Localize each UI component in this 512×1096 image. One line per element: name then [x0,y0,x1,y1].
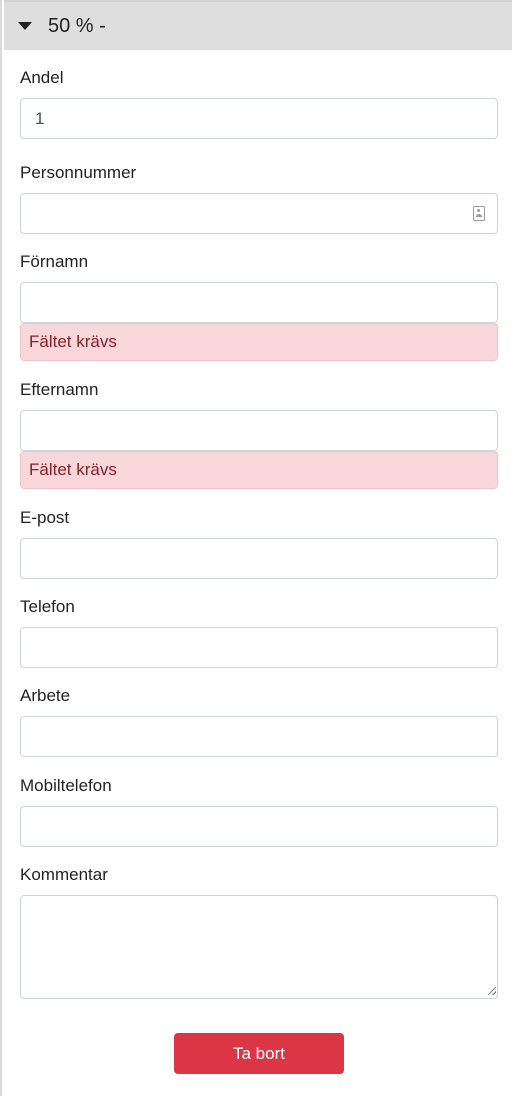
personnummer-label: Personnummer [20,163,137,182]
fornamn-input[interactable] [20,282,498,323]
andel-input[interactable] [20,98,498,139]
kommentar-wrapper [2,895,512,999]
arbete-input[interactable] [20,716,498,757]
mobiltelefon-input[interactable] [20,806,498,847]
kommentar-label: Kommentar [20,865,108,884]
resize-grip-icon[interactable] [488,987,496,995]
section-header-toggle[interactable]: 50 % - [4,0,512,50]
caret-down-icon[interactable] [18,22,32,30]
efternamn-error: Fältet krävs [20,451,498,489]
contact-card-icon[interactable] [473,206,485,221]
andel-label: Andel [20,68,64,87]
arbete-label: Arbete [20,686,71,705]
epost-label: E-post [20,508,70,527]
owner-panel: 50 % - Andel Personnummer Förnamn Fältet… [0,0,512,1096]
personnummer-input[interactable] [20,193,498,234]
efternamn-input[interactable] [20,410,498,451]
delete-button[interactable]: Ta bort [174,1033,344,1074]
mobiltelefon-label: Mobiltelefon [20,776,112,795]
efternamn-label: Efternamn [20,380,99,399]
kommentar-textarea[interactable] [20,895,498,999]
fornamn-error: Fältet krävs [20,323,498,361]
fornamn-label: Förnamn [20,252,89,271]
telefon-input[interactable] [20,627,498,668]
epost-input[interactable] [20,538,498,579]
section-title: 50 % - [48,14,106,37]
telefon-label: Telefon [20,597,75,616]
